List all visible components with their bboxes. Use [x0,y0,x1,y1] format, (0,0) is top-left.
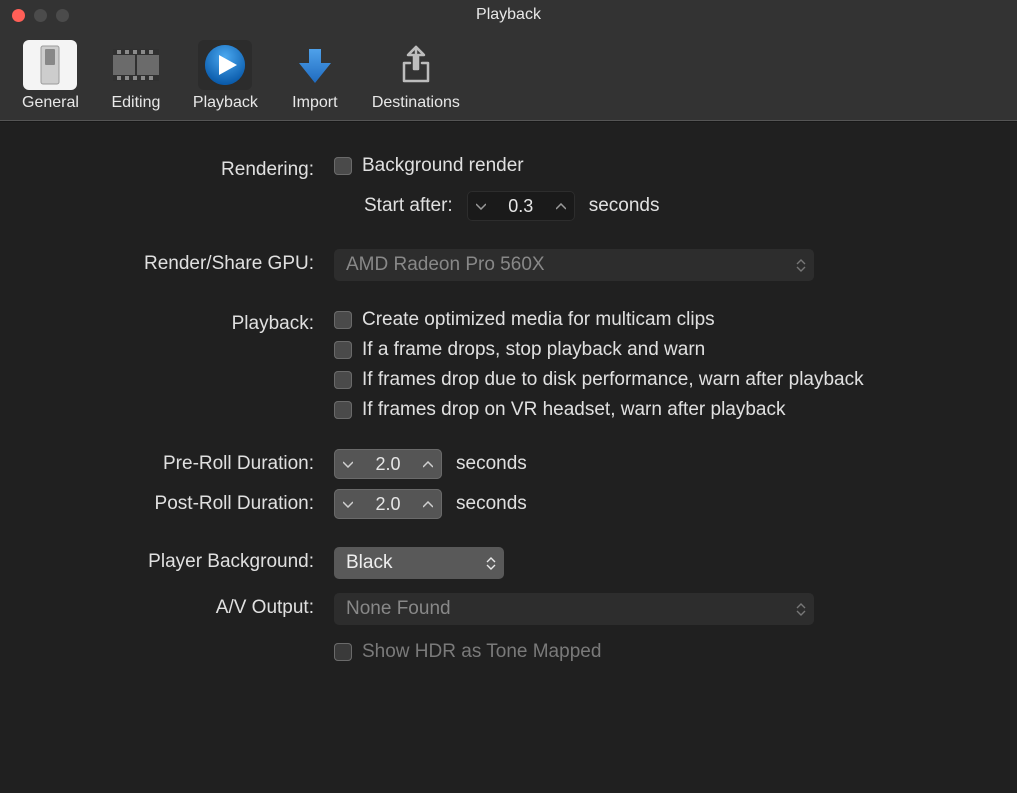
chevron-updown-icon [796,249,806,281]
chevron-down-icon[interactable] [334,449,362,479]
zoom-icon[interactable] [56,9,69,22]
row-preroll: Pre-Roll Duration: 2.0 seconds [24,449,993,479]
stepper-value: 2.0 [362,454,414,475]
checkbox-vr-warn[interactable]: If frames drop on VR headset, warn after… [334,399,993,421]
stepper-value: 0.3 [495,196,547,217]
titlebar: Playback [0,0,1017,30]
row-av-output: A/V Output: None Found Show HDR as Tone … [24,593,993,663]
label-postroll: Post-Roll Duration: [24,489,314,515]
play-icon [198,40,252,90]
minimize-icon[interactable] [34,9,47,22]
stepper-start-after[interactable]: 0.3 [467,191,575,221]
tab-general[interactable]: General [18,38,83,114]
checkbox-label: Background render [362,155,524,177]
chevron-down-icon[interactable] [467,191,495,221]
label-preroll: Pre-Roll Duration: [24,449,314,475]
chevron-updown-icon [796,593,806,625]
select-player-bg[interactable]: Black [334,547,504,579]
chevron-up-icon[interactable] [547,191,575,221]
tab-label: Editing [111,94,160,112]
select-gpu[interactable]: AMD Radeon Pro 560X [334,249,814,281]
label-player-bg: Player Background: [24,547,314,573]
switch-icon [23,40,77,90]
tab-playback[interactable]: Playback [189,38,262,114]
label-rendering: Rendering: [24,155,314,181]
label-start-after: Start after: [364,195,453,217]
checkbox-disk-warn[interactable]: If frames drop due to disk performance, … [334,369,993,391]
checkbox-icon [334,371,352,389]
stepper-value: 2.0 [362,494,414,515]
unit-seconds: seconds [589,195,660,217]
checkbox-label: If frames drop on VR headset, warn after… [362,399,786,421]
label-gpu: Render/Share GPU: [24,249,314,275]
checkbox-icon [334,341,352,359]
tab-label: General [22,94,79,112]
tab-editing[interactable]: Editing [105,38,167,114]
chevron-updown-icon [486,547,496,579]
chevron-up-icon[interactable] [414,449,442,479]
checkbox-icon [334,311,352,329]
window-title: Playback [0,6,1017,24]
stepper-postroll[interactable]: 2.0 [334,489,442,519]
stepper-preroll[interactable]: 2.0 [334,449,442,479]
select-value: AMD Radeon Pro 560X [346,254,545,276]
tab-label: Playback [193,94,258,112]
row-player-bg: Player Background: Black [24,547,993,579]
tab-label: Destinations [372,94,460,112]
tab-destinations[interactable]: Destinations [368,38,464,114]
select-value: None Found [346,598,451,620]
checkbox-icon [334,401,352,419]
preferences-toolbar: General Editing [0,30,1017,121]
checkbox-label: If frames drop due to disk performance, … [362,369,864,391]
checkbox-icon [334,157,352,175]
preferences-content: Rendering: Background render Start after… [0,121,1017,697]
chevron-up-icon[interactable] [414,489,442,519]
checkbox-frame-drop-stop[interactable]: If a frame drops, stop playback and warn [334,339,993,361]
label-playback: Playback: [24,309,314,335]
checkbox-optimized-media[interactable]: Create optimized media for multicam clip… [334,309,993,331]
select-av-output[interactable]: None Found [334,593,814,625]
tab-import[interactable]: Import [284,38,346,114]
checkbox-icon [334,643,352,661]
share-icon [389,40,443,90]
row-gpu: Render/Share GPU: AMD Radeon Pro 560X [24,249,993,281]
row-playback: Playback: Create optimized media for mul… [24,309,993,421]
unit-seconds: seconds [456,493,527,515]
row-rendering: Rendering: Background render Start after… [24,155,993,221]
checkbox-label: Create optimized media for multicam clip… [362,309,715,331]
chevron-down-icon[interactable] [334,489,362,519]
label-av-output: A/V Output: [24,593,314,619]
filmstrip-icon [109,40,163,90]
checkbox-label: Show HDR as Tone Mapped [362,641,601,663]
checkbox-hdr-tone-map: Show HDR as Tone Mapped [334,641,993,663]
download-arrow-icon [288,40,342,90]
row-postroll: Post-Roll Duration: 2.0 seconds [24,489,993,519]
checkbox-background-render[interactable]: Background render [334,155,993,177]
checkbox-label: If a frame drops, stop playback and warn [362,339,705,361]
window-controls [0,9,69,22]
select-value: Black [346,552,392,574]
start-after-group: Start after: 0.3 seconds [334,191,993,221]
close-icon[interactable] [12,9,25,22]
unit-seconds: seconds [456,453,527,475]
tab-label: Import [292,94,337,112]
